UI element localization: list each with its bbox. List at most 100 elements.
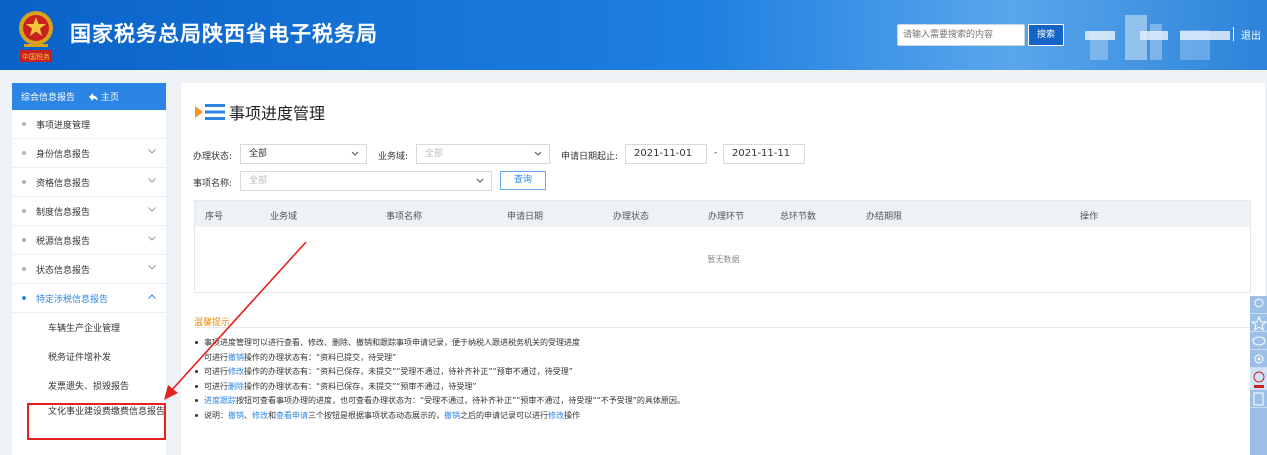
sidebar-header-title: 综合信息报告: [21, 93, 76, 103]
column-header: 业务域: [270, 212, 298, 222]
user-icon[interactable]: [1250, 296, 1267, 314]
tip-text: 事项进度管理可以进行查看、修改、删除、撤销和跟踪事项申请记录，便于纳税人跟进税务…: [204, 338, 580, 347]
chevron-down-icon: [148, 178, 156, 183]
sidebar-item-tax-source[interactable]: 税源信息报告: [12, 226, 166, 255]
domain-select[interactable]: 全部: [416, 144, 550, 164]
tip-line: 可进行修改操作的办理状态有：“资料已保存，未提交”“受理不通过，待补齐补正”“预…: [195, 366, 685, 381]
star-icon[interactable]: [1250, 314, 1267, 332]
sidebar-item-status[interactable]: 状态信息报告: [12, 255, 166, 284]
header-divider: [1233, 27, 1234, 41]
column-header: 办结期限: [866, 212, 903, 222]
modify-link[interactable]: 修改: [228, 367, 244, 376]
sidebar-item-label: 特定涉税信息报告: [36, 294, 109, 305]
results-table: 序号 业务域 事项名称 申请日期 办理状态 办理环节 总环节数 办结期限 操作 …: [194, 200, 1251, 293]
chevron-down-icon: [534, 151, 542, 156]
tip-line: 事项进度管理可以进行查看、修改、删除、撤销和跟踪事项申请记录，便于纳税人跟进税务…: [195, 337, 685, 352]
delete-link[interactable]: 删除: [228, 382, 244, 391]
chevron-down-icon: [148, 207, 156, 212]
tip-text: 操作的办理状态有：“资料已保存，未提交”“受理不通过，待补齐补正”“预审不通过，…: [244, 367, 573, 377]
logout-link[interactable]: 退出: [1241, 27, 1261, 42]
tip-text: 、: [244, 410, 252, 420]
bullet-dot: [22, 151, 26, 155]
column-header: 序号: [205, 212, 224, 222]
item-name-select-value: 全部: [249, 176, 268, 186]
status-select[interactable]: 全部: [240, 144, 367, 164]
sub-item-tax-certificate[interactable]: 税务证件增补发: [12, 342, 166, 371]
tips-list: 事项进度管理可以进行查看、修改、删除、撤销和跟踪事项申请记录，便于纳税人跟进税务…: [195, 337, 685, 425]
item-name-select[interactable]: 全部: [240, 171, 492, 191]
chevron-up-icon: [148, 294, 156, 299]
tip-text: 操作的办理状态有：“资料已提交，待受理”: [244, 352, 397, 362]
tip-text: 操作的办理状态有：“资料已保存，未提交”“预审不通过，待受理”: [244, 381, 477, 391]
tip-line: 进度跟踪按钮可查看事项办理的进度，也可查看办理状态为：“受理不通过，待补齐补正”…: [195, 395, 685, 410]
sub-item-vehicle-enterprise[interactable]: 车辆生产企业管理: [12, 313, 166, 342]
tip-text: 说明：: [204, 410, 228, 420]
column-header: 办理状态: [613, 212, 650, 222]
bullet-dot: [195, 413, 198, 417]
sidebar-header: 综合信息报告 主页: [12, 83, 166, 110]
bullet-dot: [22, 122, 26, 126]
document-icon[interactable]: [1250, 390, 1267, 408]
tip-text: 操作: [564, 410, 580, 420]
sidebar-item-label: 状态信息报告: [36, 265, 91, 276]
bullet-dot: [22, 238, 26, 242]
tip-text: 和: [268, 410, 276, 420]
bullet-dot: [195, 341, 198, 344]
revoke-link[interactable]: 撤销: [228, 411, 244, 420]
bullet-dot: [22, 267, 26, 271]
page-title-text: 事项进度管理: [229, 104, 326, 123]
column-header: 办理环节: [708, 212, 745, 222]
chat-icon[interactable]: [1250, 332, 1267, 350]
revoke-link[interactable]: 撤销: [444, 411, 460, 420]
date-from-input[interactable]: 2021-11-01: [625, 144, 707, 164]
tax-emblem-logo: 中国税务: [19, 11, 53, 62]
search-input[interactable]: [897, 24, 1025, 46]
sidebar-item-label: 身份信息报告: [36, 149, 91, 160]
tip-line: 可进行撤销操作的办理状态有：“资料已提交，待受理”: [204, 352, 685, 367]
bullet-dot: [195, 370, 198, 374]
sidebar-item-label: 事项进度管理: [36, 120, 91, 131]
online-service-icon[interactable]: [1250, 368, 1267, 390]
sidebar-item-qualification[interactable]: 资格信息报告: [12, 168, 166, 197]
sidebar-item-label: 制度信息报告: [36, 207, 91, 218]
page-title: 事项进度管理: [195, 100, 325, 124]
table-header-row: 序号 业务域 事项名称 申请日期 办理状态 办理环节 总环节数 办结期限 操作: [195, 201, 1250, 227]
sub-item-invoice-loss[interactable]: 发票遗失、损毁报告: [12, 371, 166, 400]
tip-text: 可进行: [204, 381, 228, 391]
user-info-redacted: [1140, 31, 1168, 40]
status-select-value: 全部: [249, 149, 268, 159]
modify-link[interactable]: 修改: [252, 411, 268, 420]
user-info-redacted: [1085, 31, 1115, 40]
sidebar-item-identity[interactable]: 身份信息报告: [12, 139, 166, 168]
bullet-dot: [22, 296, 26, 300]
column-header: 总环节数: [780, 212, 817, 222]
eye-icon[interactable]: [1250, 350, 1267, 368]
sidebar-item-system[interactable]: 制度信息报告: [12, 197, 166, 226]
view-application-link[interactable]: 查看申请: [276, 411, 308, 420]
column-header: 操作: [1080, 212, 1099, 222]
tip-text: 按钮可查看事项办理的进度，也可查看办理状态为：“受理不通过，待补齐补正”“预审不…: [236, 396, 685, 406]
svg-text:中国税务: 中国税务: [22, 52, 50, 61]
highlight-box: [27, 403, 166, 440]
status-label: 办理状态:: [193, 152, 233, 162]
sidebar-item-label: 税源信息报告: [36, 236, 91, 247]
tip-text: 可进行: [204, 352, 228, 362]
tip-text: 三个按钮是根据事项状态动态展示的，: [308, 410, 444, 420]
home-link[interactable]: 主页: [89, 90, 119, 103]
modify-link[interactable]: 修改: [548, 411, 564, 420]
top-header-bar: 中国税务 国家税务总局陕西省电子税务局 搜索 退出: [0, 0, 1267, 70]
bullet-dot: [195, 399, 198, 403]
progress-tracking-link[interactable]: 进度跟踪: [204, 396, 236, 405]
column-header: 申请日期: [507, 212, 544, 222]
site-title: 国家税务总局陕西省电子税务局: [70, 22, 378, 46]
user-info-redacted: [1180, 31, 1230, 40]
date-to-input[interactable]: 2021-11-11: [723, 144, 805, 164]
search-button[interactable]: 搜索: [1028, 24, 1064, 46]
sidebar-item-progress[interactable]: 事项进度管理: [12, 110, 166, 139]
back-arrow-icon: [89, 92, 99, 101]
revoke-link[interactable]: 撤销: [228, 353, 244, 362]
query-button[interactable]: 查询: [500, 171, 546, 190]
column-header: 事项名称: [386, 212, 423, 222]
right-floating-toolbar: [1250, 296, 1267, 455]
sidebar-item-specific-tax[interactable]: 特定涉税信息报告: [12, 284, 166, 313]
